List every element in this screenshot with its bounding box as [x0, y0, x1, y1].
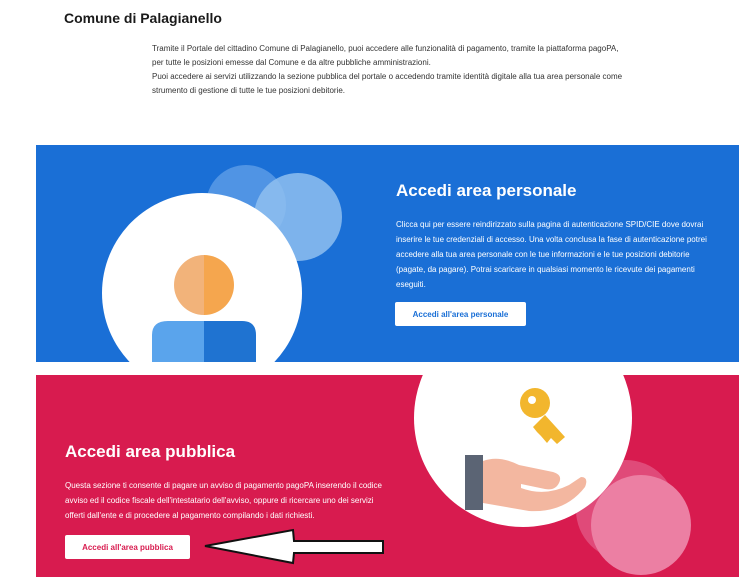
- personal-area-section: Accedi area personale Clicca qui per ess…: [36, 145, 739, 362]
- intro-paragraph: Puoi accedere ai servizi utilizzando la …: [152, 72, 623, 95]
- personal-area-description: Clicca qui per essere reindirizzato sull…: [396, 220, 707, 289]
- public-area-section: Accedi area pubblica Questa sezione ti c…: [36, 375, 739, 577]
- personal-area-button[interactable]: Accedi all'area personale: [395, 302, 526, 326]
- public-area-description: Questa sezione ti consente di pagare un …: [65, 481, 382, 520]
- intro-paragraph: Tramite il Portale del cittadino Comune …: [152, 44, 619, 67]
- intro-text: Tramite il Portale del cittadino Comune …: [152, 42, 632, 98]
- page-title: Comune di Palagianello: [64, 10, 222, 26]
- hand-with-key-icon: [465, 388, 587, 512]
- public-area-button[interactable]: Accedi all'area pubblica: [65, 535, 190, 559]
- personal-area-title: Accedi area personale: [396, 181, 577, 200]
- user-avatar-icon: [152, 255, 256, 362]
- public-area-title: Accedi area pubblica: [65, 442, 236, 461]
- decorative-circle: [591, 475, 691, 575]
